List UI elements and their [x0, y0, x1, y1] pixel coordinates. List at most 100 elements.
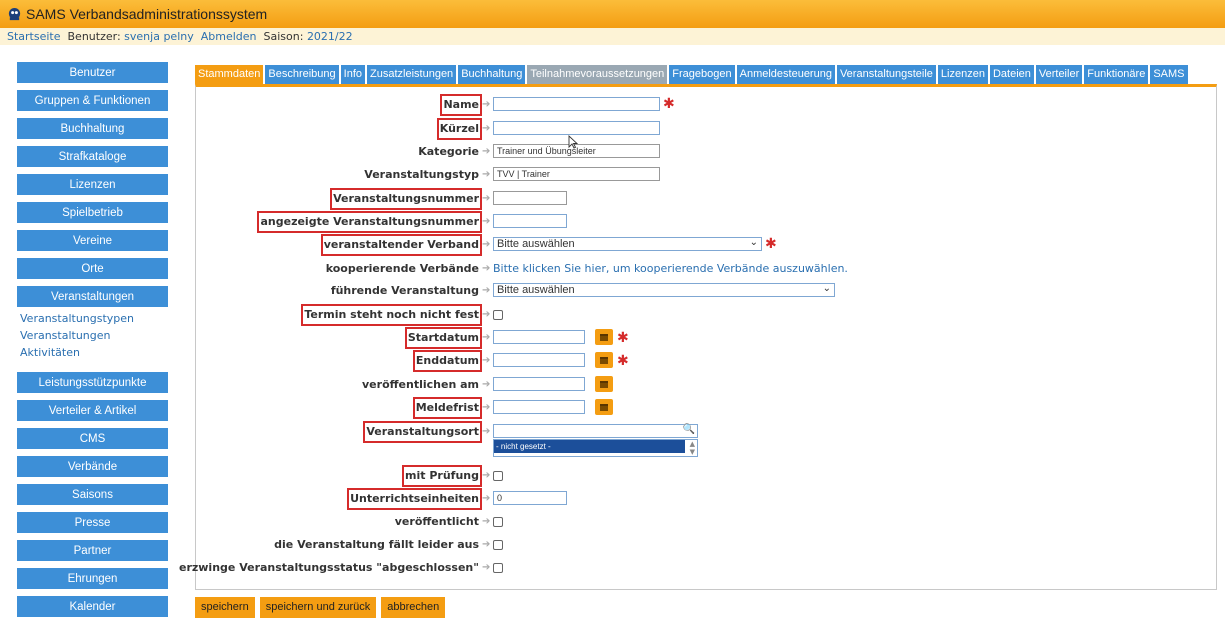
angezeigte-nummer-label: angezeigte Veranstaltungsnummer: [257, 211, 482, 233]
nummer-input[interactable]: [493, 191, 567, 205]
sidebar-item-verteiler[interactable]: Verteiler & Artikel: [17, 400, 168, 421]
sidebar-item-buchhaltung[interactable]: Buchhaltung: [17, 118, 168, 139]
subnav-veranstaltungen[interactable]: Veranstaltungen: [20, 327, 168, 344]
required-star-icon: ✱: [765, 236, 777, 252]
tab-dateien[interactable]: Dateien: [989, 65, 1034, 84]
row-veranstaltungsort: Veranstaltungsort ➔ 🔍 - nicht gesetzt - …: [196, 421, 1216, 460]
kategorie-label: Kategorie: [418, 145, 479, 158]
kooperierend-label: kooperierende Verbände: [325, 262, 479, 275]
tab-fragebogen[interactable]: Fragebogen: [669, 65, 735, 84]
veranstaltungsort-search[interactable]: 🔍: [493, 424, 698, 438]
sidebar-item-orte[interactable]: Orte: [17, 258, 168, 279]
row-fuehrende: führende Veranstaltung ➔ Bitte auswählen…: [196, 283, 1216, 299]
subnav-aktivitaeten[interactable]: Aktivitäten: [20, 344, 168, 361]
tab-teilnahmevoraussetzungen[interactable]: Teilnahmevoraussetzungen: [527, 65, 668, 84]
tab-funktionaere[interactable]: Funktionäre: [1084, 65, 1149, 84]
startdatum-input[interactable]: [493, 330, 585, 344]
angezeigte-nummer-input[interactable]: [493, 214, 567, 228]
sidebar-item-leistungsstuetzpunkte[interactable]: Leistungsstützpunkte: [17, 372, 168, 393]
sidebar-item-lizenzen[interactable]: Lizenzen: [17, 174, 168, 195]
sidebar-item-strafkataloge[interactable]: Strafkataloge: [17, 146, 168, 167]
sidebar-item-kalender[interactable]: Kalender: [17, 596, 168, 617]
fuehrende-select[interactable]: Bitte auswählen ⌄: [493, 283, 835, 297]
save-button[interactable]: speichern: [195, 597, 255, 618]
row-faellt-aus: die Veranstaltung fällt leider aus ➔: [196, 537, 1216, 553]
sidebar-item-presse[interactable]: Presse: [17, 512, 168, 533]
tab-verteiler[interactable]: Verteiler: [1035, 65, 1083, 84]
name-field-wrap: [493, 97, 660, 111]
calendar-icon[interactable]: [595, 352, 613, 368]
enddatum-input[interactable]: [493, 353, 585, 367]
veroeffentlicht-checkbox[interactable]: [493, 517, 503, 527]
pruefung-checkbox[interactable]: [493, 471, 503, 481]
sidebar-item-veranstaltungen[interactable]: Veranstaltungen: [17, 286, 168, 307]
tab-veranstaltungsteile[interactable]: Veranstaltungsteile: [836, 65, 936, 84]
logout-link[interactable]: Abmelden: [201, 30, 257, 43]
sidebar-nav: Benutzer Gruppen & Funktionen Buchhaltun…: [17, 62, 168, 624]
cancel-button[interactable]: abbrechen: [381, 597, 446, 618]
sidebar-item-verbaende[interactable]: Verbände: [17, 456, 168, 477]
sidebar-item-vereine[interactable]: Vereine: [17, 230, 168, 251]
kuerzel-label: Kürzel: [436, 118, 483, 140]
sidebar-item-spielbetrieb[interactable]: Spielbetrieb: [17, 202, 168, 223]
tab-lizenzen[interactable]: Lizenzen: [937, 65, 988, 84]
row-abgeschlossen: erzwinge Veranstaltungsstatus "abgeschlo…: [179, 560, 1216, 576]
start-link[interactable]: Startseite: [7, 30, 61, 43]
arrow-icon: ➔: [482, 332, 491, 343]
sidebar-item-benutzer[interactable]: Benutzer: [17, 62, 168, 83]
subnav-veranstaltungstypen[interactable]: Veranstaltungstypen: [20, 310, 168, 327]
save-and-back-button[interactable]: speichern und zurück: [259, 597, 377, 618]
row-startdatum: Startdatum ➔ ✱: [196, 327, 1216, 349]
tab-zusatzleistungen[interactable]: Zusatzleistungen: [367, 65, 457, 84]
termin-label: Termin steht noch nicht fest: [301, 304, 482, 326]
row-veroeffentlichen-am: veröffentlichen am ➔: [196, 376, 1216, 393]
veranstaltungsort-option[interactable]: - nicht gesetzt -: [494, 440, 685, 453]
arrow-icon: ➔: [482, 263, 491, 274]
form-panel: Name ➔ ✱ Kürzel ➔ Kategorie ➔ Trainer un…: [179, 84, 1217, 590]
tab-info[interactable]: Info: [340, 65, 366, 84]
arrow-icon: ➔: [482, 99, 491, 110]
spinner-icon[interactable]: ▲ ▼: [690, 440, 695, 456]
fuehrende-select-value: Bitte auswählen: [497, 284, 575, 296]
title-bar: SAMS Verbandsadministrationssystem: [0, 0, 1225, 28]
meldefrist-input[interactable]: [493, 400, 585, 414]
arrow-icon: ➔: [482, 146, 491, 157]
arrow-icon: ➔: [482, 426, 491, 437]
sidebar-item-cms[interactable]: CMS: [17, 428, 168, 449]
row-pruefung: mit Prüfung ➔: [196, 465, 1216, 487]
tab-beschreibung[interactable]: Beschreibung: [265, 65, 339, 84]
ue-input[interactable]: 0: [493, 491, 567, 505]
calendar-icon[interactable]: [595, 329, 613, 345]
kooperierend-link[interactable]: Bitte klicken Sie hier, um kooperierende…: [493, 262, 848, 275]
veroeffentlichen-am-input[interactable]: [493, 377, 585, 391]
arrow-icon: ➔: [482, 169, 491, 180]
veranstaltungsort-list[interactable]: - nicht gesetzt - ▲ ▼: [493, 439, 698, 457]
faellt-aus-checkbox[interactable]: [493, 540, 503, 550]
tab-buchhaltung[interactable]: Buchhaltung: [458, 65, 526, 84]
verband-select[interactable]: Bitte auswählen ⌄: [493, 237, 762, 251]
arrow-icon: ➔: [482, 539, 491, 550]
pruefung-label: mit Prüfung: [402, 465, 482, 487]
calendar-icon[interactable]: [595, 399, 613, 415]
required-star-icon: ✱: [617, 330, 629, 346]
row-kuerzel: Kürzel ➔: [196, 118, 1216, 140]
kuerzel-input[interactable]: [493, 121, 660, 135]
abgeschlossen-label: erzwinge Veranstaltungsstatus "abgeschlo…: [178, 561, 479, 574]
tab-anmeldesteuerung[interactable]: Anmeldesteuerung: [736, 65, 835, 84]
veroeffentlichen-am-label: veröffentlichen am: [362, 378, 479, 391]
abgeschlossen-checkbox[interactable]: [493, 563, 503, 573]
user-name-link[interactable]: svenja pelny: [124, 30, 194, 43]
veranstaltungsort-label: Veranstaltungsort: [363, 421, 482, 443]
sidebar-item-gruppen[interactable]: Gruppen & Funktionen: [17, 90, 168, 111]
calendar-icon[interactable]: [595, 376, 613, 392]
sidebar-item-saisons[interactable]: Saisons: [17, 484, 168, 505]
tab-stammdaten[interactable]: Stammdaten: [195, 65, 264, 84]
arrow-icon: ➔: [482, 216, 491, 227]
sidebar-item-ehrungen[interactable]: Ehrungen: [17, 568, 168, 589]
sidebar-item-partner[interactable]: Partner: [17, 540, 168, 561]
termin-checkbox[interactable]: [493, 310, 503, 320]
name-input[interactable]: [493, 97, 660, 111]
tab-sams[interactable]: SAMS: [1150, 65, 1188, 84]
season-link[interactable]: 2021/22: [307, 30, 353, 43]
meldefrist-label: Meldefrist: [412, 397, 483, 419]
